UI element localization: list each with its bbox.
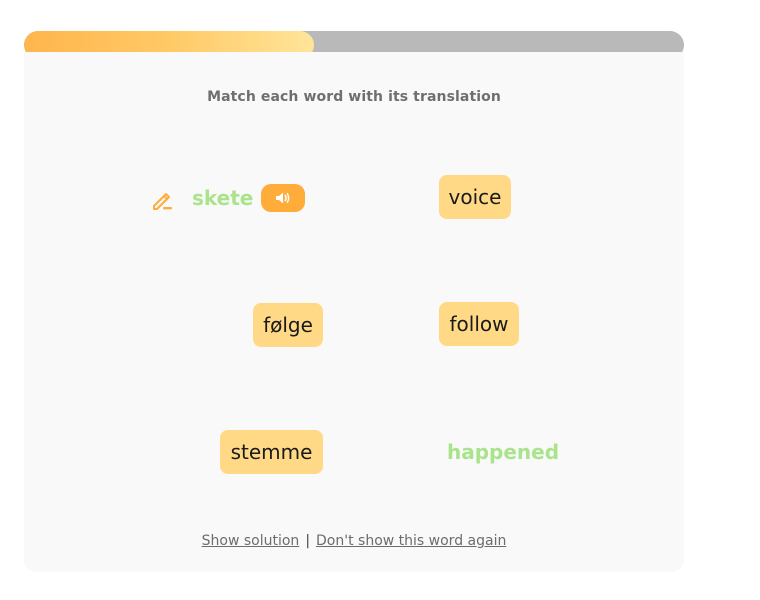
speaker-icon bbox=[275, 191, 291, 205]
show-solution-link[interactable]: Show solution bbox=[202, 533, 300, 549]
dont-show-word-link[interactable]: Don't show this word again bbox=[316, 533, 506, 549]
pencil-icon[interactable] bbox=[149, 187, 175, 213]
audio-button[interactable] bbox=[261, 184, 305, 212]
matched-word-left: skete bbox=[192, 186, 254, 210]
exercise-card: Match each word with its translation ske… bbox=[24, 52, 684, 572]
footer-links: Show solution | Don't show this word again bbox=[24, 533, 684, 549]
word-tile-voice[interactable]: voice bbox=[439, 175, 511, 219]
word-tile-folge[interactable]: følge bbox=[253, 303, 323, 347]
instruction-text: Match each word with its translation bbox=[207, 89, 501, 105]
word-tile-follow[interactable]: follow bbox=[439, 302, 519, 346]
word-tile-stemme[interactable]: stemme bbox=[220, 430, 323, 474]
separator: | bbox=[305, 533, 311, 549]
matched-word-right: happened bbox=[447, 440, 560, 464]
